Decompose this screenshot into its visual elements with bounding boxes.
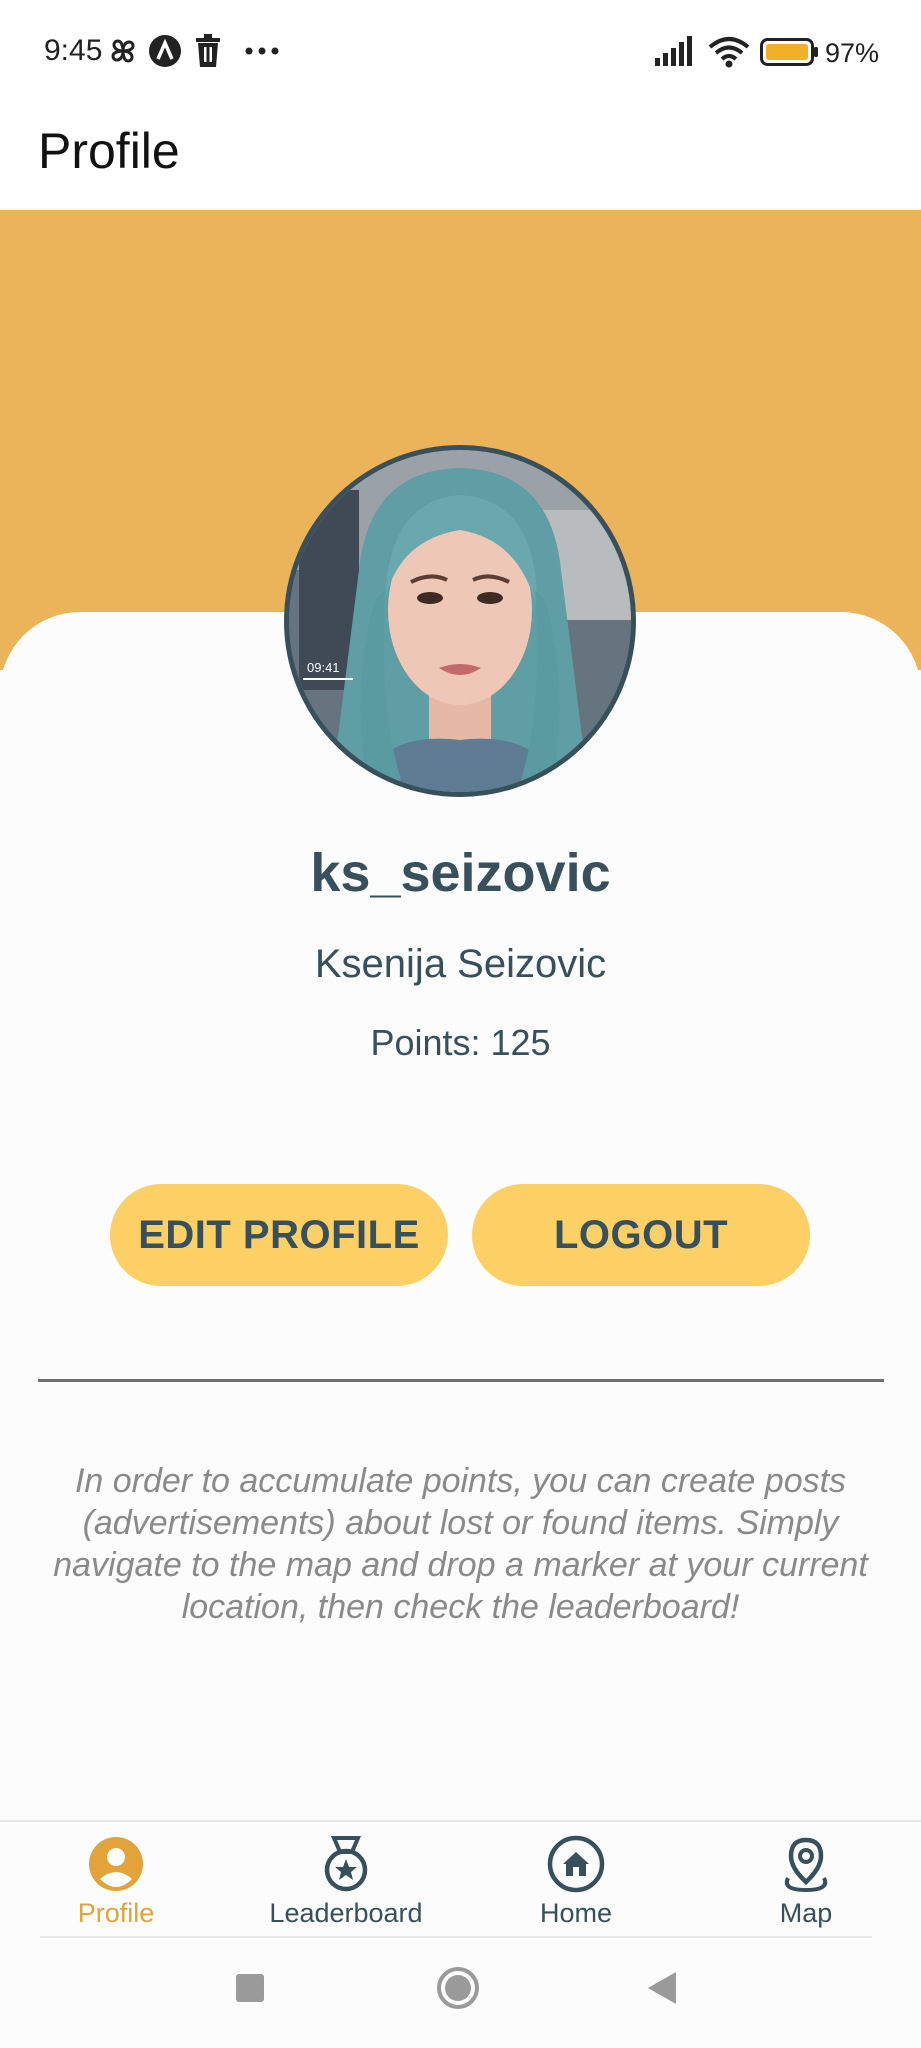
- nav-label-profile: Profile: [77, 1898, 155, 1928]
- system-nav-bar: [0, 1940, 921, 2048]
- status-time: 9:45: [44, 34, 103, 67]
- battery-icon: [760, 38, 818, 66]
- signal-icon: [655, 36, 692, 66]
- map-pin-icon: [784, 1837, 828, 1893]
- edit-profile-button[interactable]: EDIT PROFILE: [110, 1184, 448, 1286]
- svg-text:09:41: 09:41: [307, 660, 340, 675]
- battery-percent: 97%: [825, 38, 880, 68]
- trash-icon: [196, 34, 220, 67]
- nav-divider: [40, 1936, 872, 1938]
- logout-button[interactable]: LOGOUT: [472, 1184, 810, 1286]
- medal-icon: [324, 1836, 368, 1892]
- back-icon[interactable]: [646, 1970, 678, 2006]
- pinwheel-icon: [111, 39, 135, 63]
- bottom-nav: Profile Leaderboard Home Map: [0, 1820, 921, 1938]
- full-name: Ksenija Seizovic: [314, 942, 607, 986]
- more-icon: [245, 47, 279, 55]
- points-label: Points: 125: [370, 1022, 551, 1063]
- divider: [38, 1379, 884, 1382]
- nav-item-leaderboard[interactable]: Leaderboard: [231, 1822, 461, 1940]
- recents-icon[interactable]: [234, 1972, 266, 2004]
- status-bar: 9:45 97%: [0, 0, 921, 104]
- nav-label-home: Home: [539, 1898, 613, 1928]
- nav-item-map[interactable]: Map: [691, 1822, 921, 1940]
- home-icon: [547, 1835, 605, 1893]
- a-circle-icon: [149, 35, 181, 67]
- wifi-icon: [708, 37, 750, 68]
- nav-item-home[interactable]: Home: [461, 1822, 691, 1940]
- nav-label-map: Map: [779, 1898, 833, 1928]
- username: ks_seizovic: [310, 843, 611, 903]
- app-bar: Profile: [0, 104, 921, 210]
- nav-label-leaderboard: Leaderboard: [269, 1898, 423, 1928]
- home-circle-icon[interactable]: [436, 1966, 480, 2010]
- person-icon: [89, 1837, 143, 1891]
- page-title: Profile: [38, 123, 180, 179]
- avatar[interactable]: 09:41: [284, 445, 636, 797]
- nav-item-profile[interactable]: Profile: [1, 1822, 231, 1940]
- info-text: In order to accumulate points, you can c…: [53, 1462, 868, 1626]
- avatar-photo: 09:41: [289, 450, 631, 792]
